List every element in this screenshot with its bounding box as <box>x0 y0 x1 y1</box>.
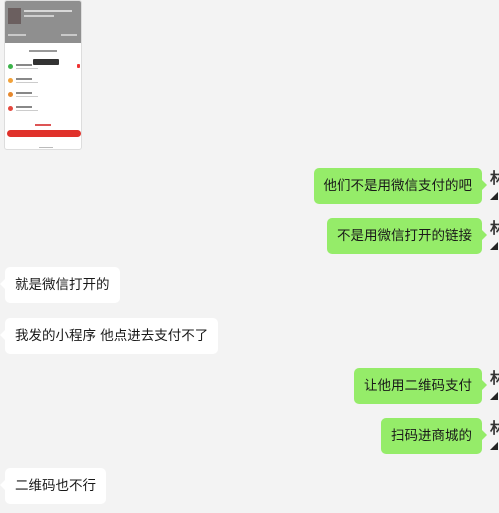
self-avatar[interactable]: 林 <box>490 168 499 204</box>
chat-message-list[interactable]: 他们不是用微信支付的吧 林 不是用微信打开的链接 林 就是微信打开的 我发的小程… <box>0 0 499 513</box>
message-text: 我发的小程序 他点进去支付不了 <box>15 328 209 344</box>
self-avatar[interactable]: 林 <box>490 418 499 454</box>
message-text: 让他用二维码支付 <box>364 378 472 394</box>
screenshot-image-message[interactable] <box>4 0 82 150</box>
message-text: 二维码也不行 <box>15 478 96 494</box>
message-text: 他们不是用微信支付的吧 <box>323 178 473 194</box>
message-text: 扫码进商城的 <box>391 428 472 444</box>
message-bubble-incoming[interactable]: 就是微信打开的 <box>0 267 120 303</box>
self-avatar[interactable]: 林 <box>490 368 499 404</box>
image-thumbnail-payment-sheet <box>5 46 81 149</box>
message-bubble-incoming[interactable]: 二维码也不行 <box>0 468 106 504</box>
message-bubble-outgoing[interactable]: 他们不是用微信支付的吧 <box>313 168 487 204</box>
message-text: 就是微信打开的 <box>15 277 110 293</box>
message-bubble-outgoing[interactable]: 让他用二维码支付 <box>354 368 487 404</box>
message-bubble-outgoing[interactable]: 不是用微信打开的链接 <box>327 218 487 254</box>
message-bubble-incoming[interactable]: 我发的小程序 他点进去支付不了 <box>0 318 219 354</box>
self-avatar[interactable]: 林 <box>490 218 499 254</box>
image-thumbnail-header <box>5 1 81 43</box>
message-bubble-outgoing[interactable]: 扫码进商城的 <box>381 418 487 454</box>
message-text: 不是用微信打开的链接 <box>337 228 472 244</box>
